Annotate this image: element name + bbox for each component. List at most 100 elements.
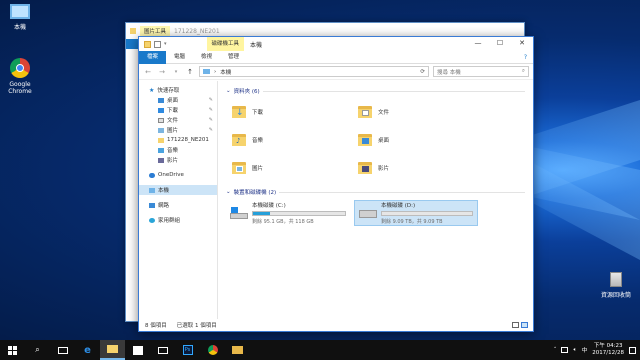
navigation-pane[interactable]: ★ 快速存取 桌面 ✎ 下載 ✎ 文件 ✎ 圖片 ✎ 171228_NE201 … [139,81,218,319]
taskbar-edge[interactable]: e [75,340,100,360]
customize-qa-chevron-icon[interactable]: ▾ [164,41,167,48]
folder-label: 文件 [378,110,390,116]
desktop-icon-chrome[interactable]: Google Chrome [0,58,40,95]
folder-icon [130,28,136,34]
photoshop-icon: Ps [182,345,193,355]
nav-item-this-pc[interactable]: 本機 [139,185,217,195]
folder-item-music[interactable]: ♪ 音樂 [232,128,358,152]
notification-icon[interactable] [629,346,636,354]
nav-item-label: 圖片 [167,128,179,134]
network-icon[interactable] [561,347,569,353]
drive-name: 本機磁碟 (D:) [381,203,416,209]
folder-item-downloads[interactable]: ↓ 下載 [232,100,358,124]
nav-item-quick-access[interactable]: ★ 快速存取 [139,85,217,95]
details-view-icon[interactable] [512,322,519,328]
nav-item-onedrive[interactable]: OneDrive [139,170,217,180]
desktop-icon-this-pc[interactable]: 本機 [0,2,40,31]
section-header-folders[interactable]: ⌄ 資料夾 (6) [226,87,525,95]
video-icon [158,157,164,163]
search-button[interactable]: ⌕ [25,340,50,360]
address-bar[interactable]: › 本機 ⟳ [199,66,429,77]
taskbar-folder-2[interactable] [225,340,250,360]
volume-icon[interactable]: 🔈︎ [573,347,576,354]
refresh-icon[interactable]: ⟳ [420,69,425,75]
nav-item-documents[interactable]: 文件 ✎ [139,115,217,125]
view-switcher [512,322,528,328]
nav-item-pictures[interactable]: 圖片 ✎ [139,125,217,135]
music-icon [158,147,164,153]
context-tab-drive-tools[interactable]: 磁碟機工具 [206,37,245,51]
computer-icon [203,69,210,74]
taskbar-file-explorer[interactable] [100,340,125,360]
titlebar[interactable]: ▾ 磁碟機工具 本機 — ☐ ✕ [139,37,533,51]
forward-arrow-icon[interactable]: → [157,68,167,76]
nav-item-downloads[interactable]: 下載 ✎ [139,105,217,115]
nav-item-label: OneDrive [158,172,184,178]
address-row: ← → ▾ ↑ › 本機 ⟳ 搜尋 本機 ⌕ [139,64,533,80]
recent-chevron-icon[interactable]: ▾ [171,69,181,75]
folder-item-desktop[interactable]: 桌面 [358,128,484,152]
task-view-button[interactable] [50,340,75,360]
back-arrow-icon[interactable]: ← [143,68,153,76]
folder-item-documents[interactable]: 文件 [358,100,484,124]
store-icon [132,345,143,355]
nav-item-music[interactable]: 音樂 [139,145,217,155]
help-icon[interactable]: ? [524,54,527,61]
ime-indicator[interactable]: 中 [582,346,588,354]
desktop-icon-label: 資源回收筒 [600,292,631,299]
taskbar-mail[interactable] [150,340,175,360]
ribbon-tabs: 檔案 電腦 檢視 管理 ? [139,50,533,64]
properties-icon[interactable] [154,40,161,48]
section-divider [279,191,525,193]
tab-manage[interactable]: 管理 [220,51,247,64]
section-header-drives[interactable]: ⌄ 裝置和磁碟機 (2) [226,188,525,196]
minimize-button[interactable]: — [467,37,489,51]
back-context-tab: 圖片工具 [140,26,171,36]
tab-computer[interactable]: 電腦 [166,51,193,64]
desktop-icon [158,97,164,103]
close-button[interactable]: ✕ [511,37,533,51]
cloud-icon [149,172,155,178]
nav-item-network[interactable]: 網路 [139,200,217,210]
start-button[interactable] [0,340,25,360]
network-icon [149,202,155,208]
mail-icon [157,346,168,354]
desktop-icon-recycle-bin[interactable]: 資源回收筒 [594,272,638,299]
taskbar: ⌕ e Ps ˄ 🔈︎ 中 下午 04:23 2017/12/28 [0,340,640,360]
folder-item-pictures[interactable]: 圖片 [232,156,358,180]
nav-item-label: 文件 [167,118,179,124]
windows-drive-icon [230,207,248,219]
drive-item-c[interactable]: 本機磁碟 (C:) 剩餘 95.1 GB，共 118 GB [226,200,350,226]
content-pane: ⌄ 資料夾 (6) ↓ 下載 文件 ♪ 音樂 桌面 圖片 影片 ⌄ 裝置和磁碟機… [218,81,533,319]
taskbar-chrome[interactable] [200,340,225,360]
section-title: 資料夾 (6) [233,89,260,95]
taskbar-store[interactable] [125,340,150,360]
clock[interactable]: 下午 04:23 2017/12/28 [592,343,624,357]
nav-item-desktop[interactable]: 桌面 ✎ [139,95,217,105]
maximize-button[interactable]: ☐ [489,37,511,51]
nav-item-label: 音樂 [167,148,179,154]
desktop-icon-label: 本機 [13,24,26,31]
chevron-up-icon[interactable]: ˄ [554,347,557,353]
address-path: 本機 [220,69,232,76]
tiles-view-icon[interactable] [521,322,528,328]
monitor-icon [10,4,30,19]
explorer-window[interactable]: ▾ 磁碟機工具 本機 — ☐ ✕ 檔案 電腦 檢視 管理 ? ← → ▾ ↑ ›… [138,36,534,332]
downloads-folder-icon: ↓ [232,106,246,118]
taskbar-photoshop[interactable]: Ps [175,340,200,360]
folder-icon [232,346,243,354]
folder-label: 下載 [252,110,264,116]
nav-item-folder-171228[interactable]: 171228_NE201 [139,135,217,145]
folder-item-videos[interactable]: 影片 [358,156,484,180]
homegroup-icon [149,217,155,223]
folder-label: 音樂 [252,138,264,144]
status-item-count: 8 個項目 [145,323,167,329]
drive-item-d[interactable]: 本機磁碟 (D:) 剩餘 9.09 TB，共 9.09 TB [354,200,478,226]
search-input[interactable]: 搜尋 本機 ⌕ [433,66,529,77]
nav-item-videos[interactable]: 影片 [139,155,217,165]
nav-item-homegroup[interactable]: 家用群組 [139,215,217,225]
tab-file[interactable]: 檔案 [139,50,167,64]
up-arrow-icon[interactable]: ↑ [185,68,195,76]
drive-usage-bar [252,211,346,216]
tab-view[interactable]: 檢視 [193,51,220,64]
